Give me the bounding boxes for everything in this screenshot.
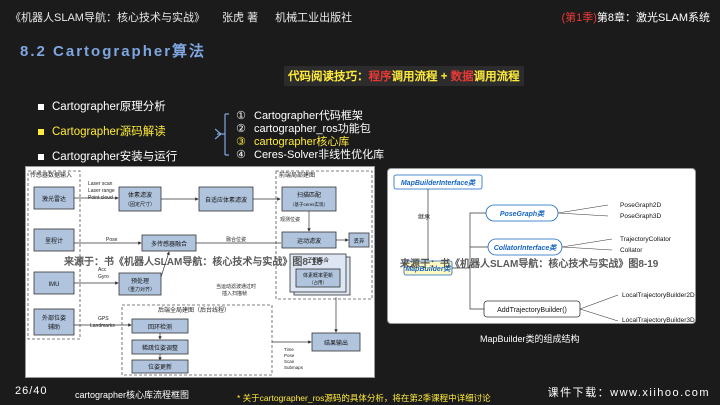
box-result-output: 结果输出	[324, 339, 348, 347]
svg-text:当运动滤波通过时: 当运动滤波通过时	[216, 283, 256, 290]
sublist-item-active: ③ cartographer核心库	[236, 136, 350, 148]
sublist: ① Cartographer代码框架 ② cartographer_ros功能包 ③…	[236, 110, 384, 162]
figure2-caption: MapBuilder类的组成结构	[480, 334, 580, 344]
cartographer-flow-diagram: 传感器数据输入 激光雷达 里程计 IMU 外部位姿 辅助 Laser scan …	[27, 170, 373, 376]
topic-item: Cartographer原理分析	[38, 100, 238, 125]
season-prefix: (第1季)	[561, 12, 597, 24]
box-loop-closure: 回环检测	[148, 323, 172, 331]
box-pose-fusion: 多传感器融合	[151, 240, 187, 248]
sensor-group-label: 传感器数据输入	[30, 171, 72, 179]
tip-label: 代码阅读技巧：	[288, 71, 369, 83]
svg-text:LocalTrajectoryBuilder2D: LocalTrajectoryBuilder2D	[622, 292, 695, 299]
code-reading-tip: 代码阅读技巧：程序调用流程 + 数据调用流程	[284, 66, 524, 86]
svg-text:TrajectoryCollator: TrajectoryCollator	[620, 236, 672, 243]
svg-text:（基于ceres实现）: （基于ceres实现）	[290, 201, 328, 208]
svg-text:PoseGraph2D: PoseGraph2D	[620, 202, 661, 209]
publisher: 机械工业出版社	[275, 12, 353, 24]
cartographer-flow-figure: 传感器数据输入 激光雷达 里程计 IMU 外部位姿 辅助 Laser scan …	[25, 166, 375, 378]
svg-text:（重力对齐）: （重力对齐）	[125, 286, 155, 293]
book-title: 《机器人SLAM导航：核心技术与实战》	[10, 12, 205, 24]
class-collator-interface: CollatorInterface类	[494, 243, 558, 252]
class-posegraph: PoseGraph类	[500, 209, 545, 218]
sensor-lidar: 激光雷达	[42, 195, 66, 203]
svg-text:Submaps: Submaps	[284, 365, 304, 370]
svg-text:Pose: Pose	[106, 237, 118, 243]
svg-text:PoseGraph3D: PoseGraph3D	[620, 213, 661, 220]
svg-text:插入扫描帧: 插入扫描帧	[222, 290, 247, 297]
chapter-title: 第8章：激光SLAM系统	[596, 12, 710, 24]
figure1-watermark: 来源于：书《机器人SLAM导航：核心技术与实战》图8-18	[64, 257, 323, 268]
box-motion-filter: 运动滤波	[297, 237, 321, 245]
sensor-external-pose: 外部位姿	[42, 314, 66, 322]
brace-arrow-icon	[215, 113, 229, 156]
svg-text:体素概率更新: 体素概率更新	[303, 272, 333, 279]
svg-text:Time: Time	[284, 347, 294, 352]
svg-text:Landmarks: Landmarks	[90, 323, 115, 329]
topic-list: Cartographer原理分析 Cartographer源码解读 Cartog…	[38, 100, 238, 175]
svg-text:Laser range: Laser range	[88, 188, 115, 194]
frontend-group-label: 前端局部建图	[279, 171, 315, 179]
tip-mid: 调用流程 +	[391, 71, 451, 83]
box-pose-update: 位姿更新	[148, 363, 172, 371]
section-title: 8.2 Cartographer算法	[20, 43, 207, 60]
tip-end: 调用流程	[473, 71, 520, 83]
svg-text:Pose: Pose	[284, 353, 295, 358]
svg-text:辅助: 辅助	[48, 323, 60, 331]
box-voxel-filter: 体素滤波	[128, 191, 152, 199]
sublist-item: ② cartographer_ros功能包	[236, 123, 371, 135]
figure1-caption: cartographer核心库流程框图	[75, 390, 190, 400]
tip-part2: 数据	[450, 71, 474, 83]
sublist-item: ④ Ceres-Solver非线性优化库	[236, 149, 385, 161]
topic-item-active: Cartographer源码解读	[38, 125, 238, 150]
inherit-label: 继承	[418, 213, 430, 221]
svg-text:融合位姿: 融合位姿	[226, 236, 246, 243]
svg-text:Collator: Collator	[620, 247, 643, 254]
figure2-watermark: 来源于：书《机器人SLAM导航：核心技术与实战》图8-19	[400, 259, 659, 270]
backend-group-label: 后端全局建图（后台线程）	[158, 306, 230, 314]
svg-text:观测位姿: 观测位姿	[280, 216, 300, 223]
download-link[interactable]: 课件下载：www.xiihoo.com	[548, 384, 710, 400]
svg-text:（固定尺寸）: （固定尺寸）	[125, 201, 155, 208]
box-preprocess: 预处理	[131, 277, 149, 285]
svg-text:Scan: Scan	[284, 359, 295, 364]
svg-text:GPS: GPS	[98, 316, 109, 322]
top-header: 《机器人SLAM导航：核心技术与实战》 张虎 著 机械工业出版社 (第1季)第8…	[0, 0, 720, 30]
box-drop: 丢弃	[353, 237, 365, 245]
method-add-trajectory-builder: AddTrajectoryBuilder()	[497, 307, 567, 314]
sensor-odom: 里程计	[45, 237, 63, 245]
tip-part1: 程序	[368, 71, 392, 83]
sublist-item: ① Cartographer代码框架	[236, 110, 363, 122]
box-scan-match: 扫描匹配	[297, 191, 321, 199]
header-chapter: (第1季)第8章：激光SLAM系统	[561, 9, 710, 25]
author: 张虎 著	[222, 12, 259, 24]
mapbuilder-diagram: MapBuilderInterface类 继承 MapBuilder类 Pose…	[393, 174, 695, 324]
svg-text:Gyro: Gyro	[98, 274, 109, 280]
class-mapbuilder-interface: MapBuilderInterface类	[401, 178, 476, 187]
box-sparse-pose-adjust: 稀疏位姿调整	[142, 344, 178, 352]
mapbuilder-figure: MapBuilderInterface类 继承 MapBuilder类 Pose…	[387, 168, 696, 324]
footer-note: * 关于cartographer_ros源码的具体分析，将在第2季课程中详细讨论	[237, 393, 491, 403]
header-book-info: 《机器人SLAM导航：核心技术与实战》 张虎 著 机械工业出版社	[10, 9, 366, 25]
svg-text:Laser scan: Laser scan	[88, 181, 113, 187]
svg-text:（占用）: （占用）	[309, 279, 327, 286]
svg-text:LocalTrajectoryBuilder3D: LocalTrajectoryBuilder3D	[622, 317, 695, 324]
page-number: 26/40	[15, 385, 48, 397]
sensor-imu: IMU	[49, 282, 60, 288]
box-adaptive-voxel: 自适应体素滤波	[205, 196, 247, 204]
